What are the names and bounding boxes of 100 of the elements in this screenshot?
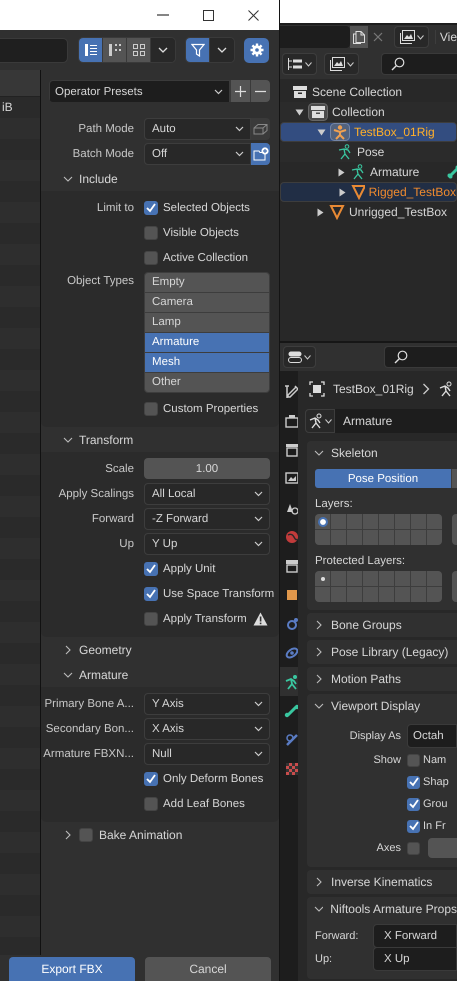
list-option[interactable]: Other	[145, 373, 269, 392]
dropdown[interactable]: Y Up	[144, 532, 270, 554]
axes-field[interactable]	[428, 838, 457, 858]
file-row[interactable]	[0, 580, 40, 601]
cancel-button[interactable]: Cancel	[145, 957, 271, 981]
filter-dropdown[interactable]	[324, 53, 359, 75]
tree-item[interactable]: Scene Collection	[280, 82, 457, 102]
checkbox[interactable]	[144, 586, 158, 600]
list-option[interactable]: Camera	[145, 293, 269, 313]
checkbox[interactable]	[144, 402, 158, 416]
properties-tab[interactable]	[280, 667, 298, 696]
data-type-dropdown[interactable]	[305, 409, 335, 433]
checkbox[interactable]	[407, 820, 420, 832]
file-row[interactable]	[0, 790, 40, 811]
list-option[interactable]: Armature	[145, 333, 269, 353]
file-row[interactable]	[0, 538, 40, 559]
tree-item[interactable]: Unrigged_TestBox	[280, 202, 457, 222]
copy-button[interactable]	[350, 26, 368, 48]
checkbox[interactable]	[144, 612, 158, 626]
file-row[interactable]	[0, 412, 40, 433]
panel-header[interactable]: Pose Library (Legacy)	[307, 640, 457, 664]
pose-position-button[interactable]: Pose Position	[315, 469, 451, 488]
checkbox[interactable]	[144, 250, 158, 264]
file-row[interactable]	[0, 160, 40, 181]
settings-button[interactable]	[244, 38, 269, 62]
path-field[interactable]	[0, 38, 68, 62]
display-mode-dropdown[interactable]	[282, 53, 317, 75]
file-row[interactable]	[0, 706, 40, 727]
checkbox[interactable]	[144, 796, 158, 810]
dropdown[interactable]: X Up	[373, 947, 457, 971]
tree-item[interactable]: Armature	[280, 162, 457, 182]
close-icon[interactable]	[248, 10, 259, 20]
search-field[interactable]	[384, 346, 457, 368]
number-field[interactable]: 1.00	[144, 458, 270, 479]
tree-item[interactable]: Rigged_TestBox	[280, 182, 457, 202]
panel-header[interactable]: Skeleton	[307, 441, 457, 465]
list-view-button[interactable]	[79, 38, 103, 62]
layer-button[interactable]	[315, 514, 330, 529]
layer-grid[interactable]	[452, 571, 457, 602]
image-dropdown[interactable]	[394, 26, 429, 48]
panel-header[interactable]: Niftools Armature Props	[307, 897, 457, 921]
panel-header[interactable]: Inverse Kinematics	[307, 870, 457, 894]
view-menu[interactable]: Vie	[434, 30, 457, 44]
file-row[interactable]	[0, 454, 40, 475]
file-row[interactable]	[0, 370, 40, 391]
panel-header[interactable]: Viewport Display	[307, 694, 457, 718]
checkbox[interactable]	[144, 772, 158, 786]
layer-grid[interactable]	[452, 514, 457, 545]
checkbox[interactable]	[407, 798, 420, 810]
search-field[interactable]	[381, 53, 457, 75]
panel-header[interactable]: Bone Groups	[307, 613, 457, 637]
export-button[interactable]: Export FBX	[9, 957, 135, 981]
columns-view-button[interactable]	[103, 38, 127, 62]
checkbox[interactable]	[144, 562, 158, 576]
file-row[interactable]	[0, 328, 40, 349]
thumbnails-view-button[interactable]	[127, 38, 151, 62]
file-row[interactable]	[0, 496, 40, 517]
tree-item[interactable]: TestBox_01Rig	[280, 122, 457, 142]
file-row[interactable]	[0, 748, 40, 769]
box-toggle-button[interactable]	[251, 118, 270, 140]
checkbox[interactable]	[407, 754, 420, 766]
file-list[interactable]: iB	[0, 70, 41, 955]
file-row[interactable]	[0, 832, 40, 853]
layer-button[interactable]	[315, 571, 330, 586]
name-field[interactable]	[280, 26, 350, 48]
minimize-icon[interactable]	[157, 14, 169, 16]
checkbox[interactable]	[144, 200, 158, 214]
checkbox[interactable]	[407, 776, 420, 788]
file-row[interactable]	[0, 622, 40, 643]
add-preset-button[interactable]	[230, 80, 250, 102]
dropdown[interactable]: Auto	[144, 118, 251, 140]
dropdown[interactable]: Y Axis	[144, 692, 270, 714]
dropdown[interactable]: Off	[144, 142, 251, 164]
dropdown[interactable]: -Z Forward	[144, 508, 270, 530]
filter-button[interactable]	[186, 38, 210, 62]
maximize-icon[interactable]	[203, 10, 214, 20]
checkbox[interactable]	[407, 842, 420, 854]
file-row[interactable]	[0, 916, 40, 937]
dropdown[interactable]: X Axis	[144, 718, 270, 740]
editor-type-dropdown[interactable]	[283, 346, 316, 368]
list-option[interactable]: Lamp	[145, 313, 269, 333]
panel-header[interactable]: Motion Paths	[307, 667, 457, 691]
file-row[interactable]	[0, 286, 40, 307]
checkbox[interactable]	[79, 828, 93, 842]
file-row[interactable]	[0, 874, 40, 895]
column-header[interactable]	[0, 70, 40, 97]
dropdown[interactable]: Null	[144, 742, 270, 764]
data-name-field[interactable]: Armature	[335, 409, 457, 433]
dropdown[interactable]: Octah	[407, 724, 457, 748]
view-dropdown[interactable]	[151, 38, 175, 62]
presets-dropdown[interactable]: Operator Presets	[49, 80, 230, 102]
remove-preset-button[interactable]	[250, 80, 270, 102]
toggle-button[interactable]	[451, 469, 457, 488]
file-row[interactable]	[0, 118, 40, 139]
list-option[interactable]: Mesh	[145, 353, 269, 373]
filter-dropdown[interactable]	[210, 38, 234, 62]
checkbox[interactable]	[144, 226, 158, 240]
file-row[interactable]	[0, 664, 40, 685]
list-option[interactable]: Empty	[145, 273, 269, 293]
dropdown[interactable]: All Local	[144, 482, 270, 504]
